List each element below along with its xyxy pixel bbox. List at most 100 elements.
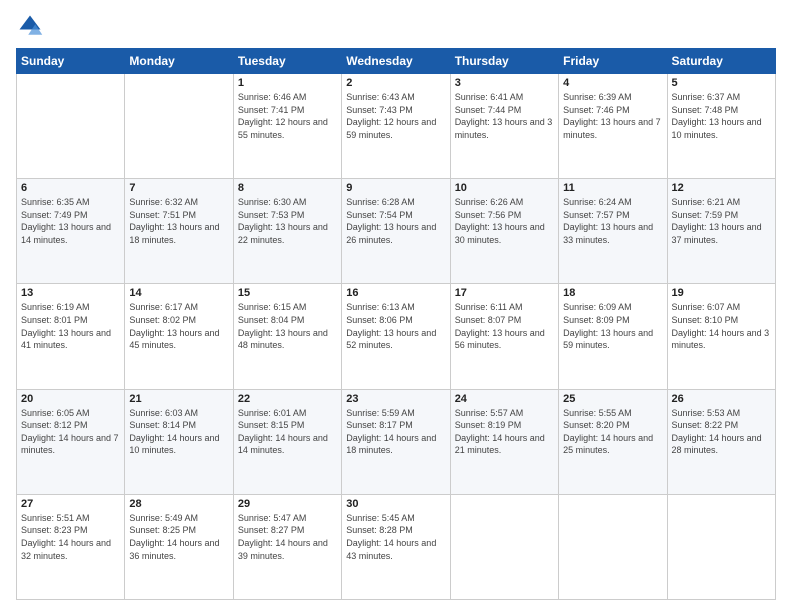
day-info: Sunrise: 6:19 AMSunset: 8:01 PMDaylight:… [21, 301, 120, 351]
calendar-cell: 14 Sunrise: 6:17 AMSunset: 8:02 PMDayligh… [125, 284, 233, 389]
calendar-cell: 16Sunrise: 6:13 AMSunset: 8:06 PMDayligh… [342, 284, 450, 389]
day-info: Sunrise: 5:57 AMSunset: 8:19 PMDaylight:… [455, 407, 554, 457]
day-info: Sunrise: 6:39 AMSunset: 7:46 PMDaylight:… [563, 91, 662, 141]
day-info: Sunrise: 6:37 AMSunset: 7:48 PMDaylight:… [672, 91, 771, 141]
weekday-header-tuesday: Tuesday [233, 49, 341, 74]
calendar-cell: 13 Sunrise: 6:19 AMSunset: 8:01 PMDayligh… [17, 284, 125, 389]
calendar-cell: 12 Sunrise: 6:21 AMSunset: 7:59 PMDayligh… [667, 179, 775, 284]
day-number: 22 [238, 393, 337, 405]
calendar-week-3: 20Sunrise: 6:05 AMSunset: 8:12 PMDayligh… [17, 389, 776, 494]
header [16, 12, 776, 40]
day-info: Sunrise: 5:53 AMSunset: 8:22 PMDaylight:… [672, 407, 771, 457]
day-info: Sunrise: 6:35 AMSunset: 7:49 PMDaylight:… [21, 196, 120, 246]
day-number: 21 [129, 393, 228, 405]
day-number: 12 [672, 182, 771, 194]
day-info: Sunrise: 6:01 AMSunset: 8:15 PMDaylight:… [238, 407, 337, 457]
day-info: Sunrise: 5:59 AMSunset: 8:17 PMDaylight:… [346, 407, 445, 457]
calendar-cell: 3 Sunrise: 6:41 AMSunset: 7:44 PMDaylight… [450, 74, 558, 179]
weekday-row: SundayMondayTuesdayWednesdayThursdayFrid… [17, 49, 776, 74]
calendar-cell: 29 Sunrise: 5:47 AMSunset: 8:27 PMDayligh… [233, 494, 341, 599]
calendar-cell: 15Sunrise: 6:15 AMSunset: 8:04 PMDayligh… [233, 284, 341, 389]
calendar-body: 1 Sunrise: 6:46 AMSunset: 7:41 PMDaylight… [17, 74, 776, 600]
day-number: 13 [21, 287, 120, 299]
calendar-week-2: 13 Sunrise: 6:19 AMSunset: 8:01 PMDayligh… [17, 284, 776, 389]
calendar-cell [667, 494, 775, 599]
day-info: Sunrise: 6:09 AMSunset: 8:09 PMDaylight:… [563, 301, 662, 351]
calendar-cell: 1 Sunrise: 6:46 AMSunset: 7:41 PMDaylight… [233, 74, 341, 179]
calendar-cell [17, 74, 125, 179]
day-number: 1 [238, 77, 337, 89]
page: SundayMondayTuesdayWednesdayThursdayFrid… [0, 0, 792, 612]
calendar-cell: 26 Sunrise: 5:53 AMSunset: 8:22 PMDayligh… [667, 389, 775, 494]
day-number: 8 [238, 182, 337, 194]
calendar-cell [125, 74, 233, 179]
day-number: 9 [346, 182, 445, 194]
day-number: 15 [238, 287, 337, 299]
calendar-cell: 9 Sunrise: 6:28 AMSunset: 7:54 PMDaylight… [342, 179, 450, 284]
calendar-cell: 21 Sunrise: 6:03 AMSunset: 8:14 PMDayligh… [125, 389, 233, 494]
calendar: SundayMondayTuesdayWednesdayThursdayFrid… [16, 48, 776, 600]
day-info: Sunrise: 6:46 AMSunset: 7:41 PMDaylight:… [238, 91, 337, 141]
calendar-cell: 19 Sunrise: 6:07 AMSunset: 8:10 PMDayligh… [667, 284, 775, 389]
calendar-cell: 28 Sunrise: 5:49 AMSunset: 8:25 PMDayligh… [125, 494, 233, 599]
day-info: Sunrise: 6:24 AMSunset: 7:57 PMDaylight:… [563, 196, 662, 246]
day-info: Sunrise: 6:07 AMSunset: 8:10 PMDaylight:… [672, 301, 771, 351]
calendar-cell: 24 Sunrise: 5:57 AMSunset: 8:19 PMDayligh… [450, 389, 558, 494]
day-info: Sunrise: 5:55 AMSunset: 8:20 PMDaylight:… [563, 407, 662, 457]
day-number: 26 [672, 393, 771, 405]
day-info: Sunrise: 6:05 AMSunset: 8:12 PMDaylight:… [21, 407, 120, 457]
day-info: Sunrise: 6:41 AMSunset: 7:44 PMDaylight:… [455, 91, 554, 141]
calendar-header: SundayMondayTuesdayWednesdayThursdayFrid… [17, 49, 776, 74]
day-info: Sunrise: 6:43 AMSunset: 7:43 PMDaylight:… [346, 91, 445, 141]
day-info: Sunrise: 6:21 AMSunset: 7:59 PMDaylight:… [672, 196, 771, 246]
day-info: Sunrise: 5:45 AMSunset: 8:28 PMDaylight:… [346, 512, 445, 562]
calendar-cell: 23Sunrise: 5:59 AMSunset: 8:17 PMDayligh… [342, 389, 450, 494]
weekday-header-sunday: Sunday [17, 49, 125, 74]
calendar-cell: 4Sunrise: 6:39 AMSunset: 7:46 PMDaylight… [559, 74, 667, 179]
day-info: Sunrise: 6:30 AMSunset: 7:53 PMDaylight:… [238, 196, 337, 246]
day-info: Sunrise: 6:32 AMSunset: 7:51 PMDaylight:… [129, 196, 228, 246]
day-number: 19 [672, 287, 771, 299]
day-number: 17 [455, 287, 554, 299]
day-number: 28 [129, 498, 228, 510]
calendar-cell [559, 494, 667, 599]
calendar-week-0: 1 Sunrise: 6:46 AMSunset: 7:41 PMDaylight… [17, 74, 776, 179]
day-info: Sunrise: 6:17 AMSunset: 8:02 PMDaylight:… [129, 301, 228, 351]
day-number: 27 [21, 498, 120, 510]
day-number: 10 [455, 182, 554, 194]
weekday-header-friday: Friday [559, 49, 667, 74]
weekday-header-saturday: Saturday [667, 49, 775, 74]
calendar-cell: 7 Sunrise: 6:32 AMSunset: 7:51 PMDaylight… [125, 179, 233, 284]
calendar-cell: 22 Sunrise: 6:01 AMSunset: 8:15 PMDayligh… [233, 389, 341, 494]
day-info: Sunrise: 5:47 AMSunset: 8:27 PMDaylight:… [238, 512, 337, 562]
calendar-cell: 6 Sunrise: 6:35 AMSunset: 7:49 PMDaylight… [17, 179, 125, 284]
day-number: 30 [346, 498, 445, 510]
day-info: Sunrise: 6:26 AMSunset: 7:56 PMDaylight:… [455, 196, 554, 246]
calendar-cell: 27 Sunrise: 5:51 AMSunset: 8:23 PMDayligh… [17, 494, 125, 599]
day-number: 29 [238, 498, 337, 510]
logo [16, 12, 48, 40]
day-number: 3 [455, 77, 554, 89]
weekday-header-monday: Monday [125, 49, 233, 74]
calendar-cell: 11 Sunrise: 6:24 AMSunset: 7:57 PMDayligh… [559, 179, 667, 284]
calendar-week-1: 6 Sunrise: 6:35 AMSunset: 7:49 PMDaylight… [17, 179, 776, 284]
day-info: Sunrise: 5:51 AMSunset: 8:23 PMDaylight:… [21, 512, 120, 562]
day-number: 24 [455, 393, 554, 405]
day-number: 18 [563, 287, 662, 299]
weekday-header-wednesday: Wednesday [342, 49, 450, 74]
day-number: 11 [563, 182, 662, 194]
day-number: 16 [346, 287, 445, 299]
day-info: Sunrise: 6:28 AMSunset: 7:54 PMDaylight:… [346, 196, 445, 246]
day-number: 6 [21, 182, 120, 194]
calendar-cell: 2Sunrise: 6:43 AMSunset: 7:43 PMDaylight… [342, 74, 450, 179]
logo-icon [16, 12, 44, 40]
calendar-cell: 10 Sunrise: 6:26 AMSunset: 7:56 PMDayligh… [450, 179, 558, 284]
calendar-cell: 30 Sunrise: 5:45 AMSunset: 8:28 PMDayligh… [342, 494, 450, 599]
day-number: 14 [129, 287, 228, 299]
day-info: Sunrise: 6:03 AMSunset: 8:14 PMDaylight:… [129, 407, 228, 457]
day-info: Sunrise: 5:49 AMSunset: 8:25 PMDaylight:… [129, 512, 228, 562]
calendar-week-4: 27 Sunrise: 5:51 AMSunset: 8:23 PMDayligh… [17, 494, 776, 599]
day-number: 25 [563, 393, 662, 405]
day-number: 7 [129, 182, 228, 194]
calendar-cell: 8 Sunrise: 6:30 AMSunset: 7:53 PMDaylight… [233, 179, 341, 284]
